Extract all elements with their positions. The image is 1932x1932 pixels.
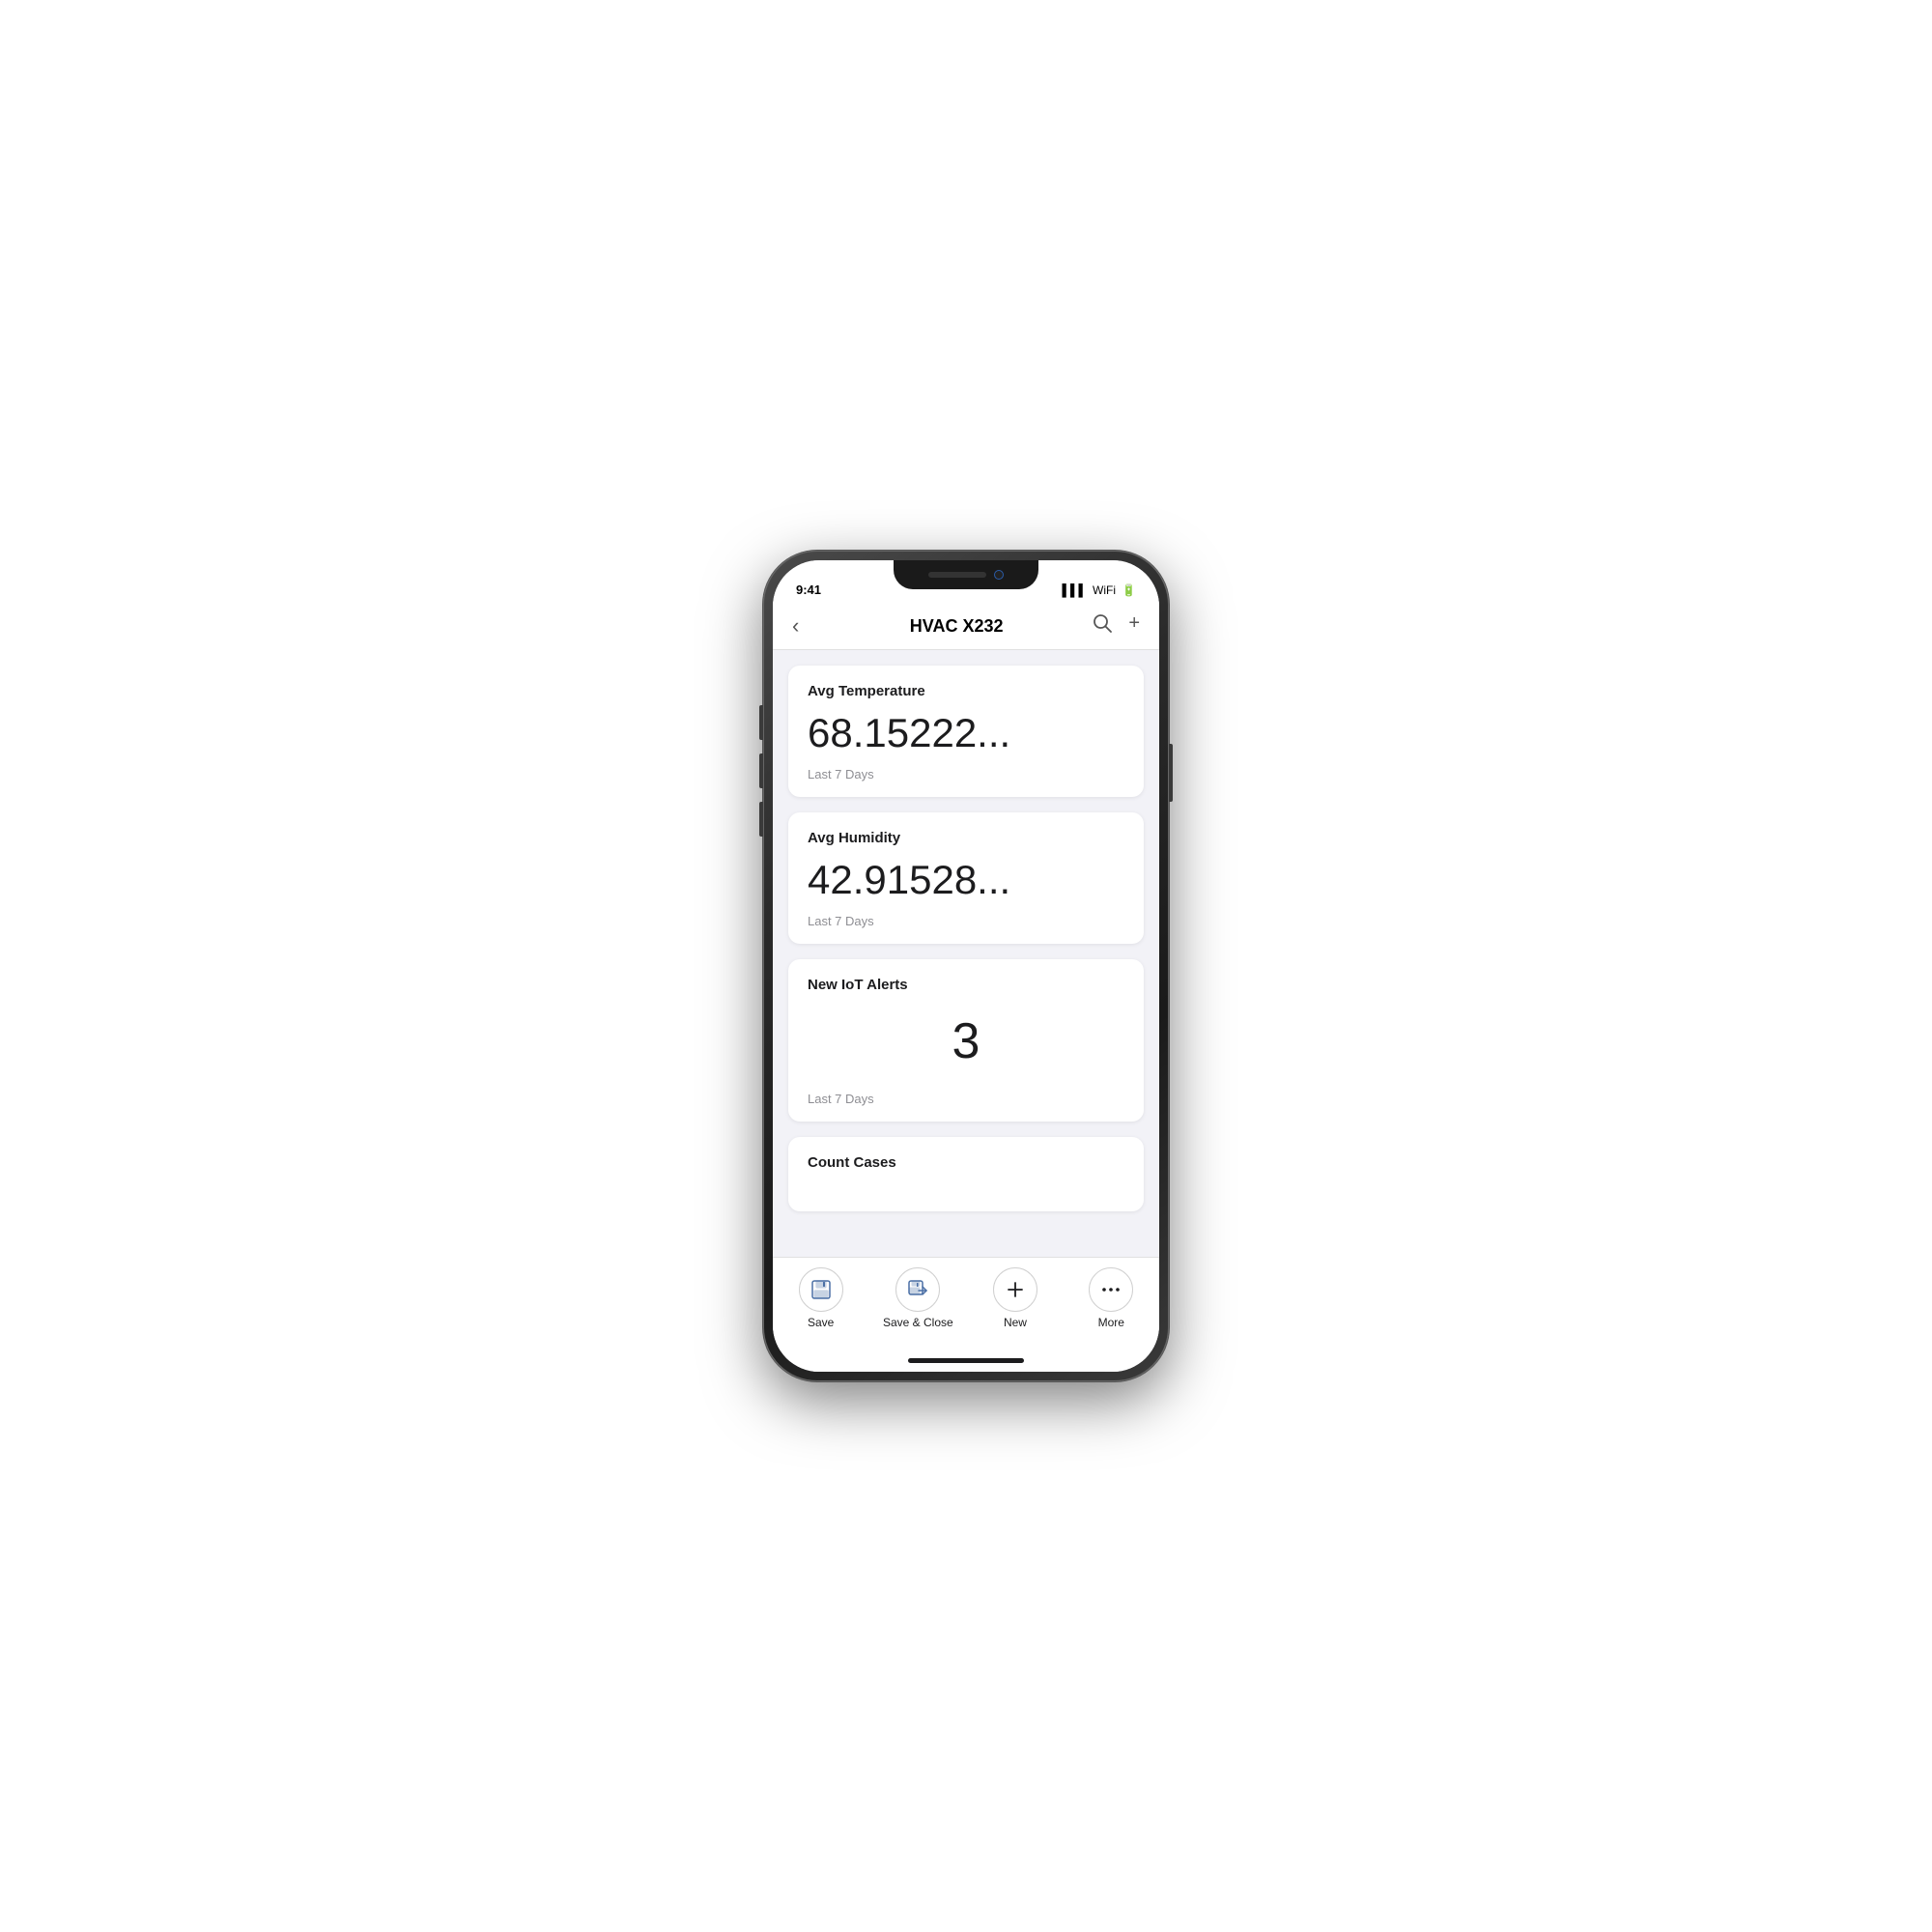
more-toolbar-item[interactable]: More [1077, 1267, 1145, 1329]
signal-icon: ▌▌▌ [1063, 583, 1088, 597]
home-bar [908, 1358, 1024, 1363]
save-icon-circle [799, 1267, 843, 1312]
new-iot-alerts-label: New IoT Alerts [808, 977, 1124, 993]
save-close-icon-circle [895, 1267, 940, 1312]
wifi-icon: WiFi [1093, 583, 1116, 597]
new-icon [1004, 1278, 1027, 1301]
new-iot-alerts-period: Last 7 Days [808, 1092, 1124, 1106]
save-icon [810, 1278, 833, 1301]
battery-icon: 🔋 [1122, 583, 1136, 597]
new-iot-alerts-card[interactable]: New IoT Alerts 3 Last 7 Days [788, 959, 1144, 1121]
new-label: New [1004, 1316, 1027, 1329]
avg-temperature-label: Avg Temperature [808, 683, 1124, 699]
speaker [928, 572, 986, 578]
back-button[interactable]: ‹ [792, 613, 821, 639]
save-close-label: Save & Close [883, 1316, 953, 1329]
notch [894, 560, 1038, 589]
count-cases-label: Count Cases [808, 1154, 1124, 1171]
phone-frame: 9:41 ▌▌▌ WiFi 🔋 ‹ HVAC X232 + [763, 551, 1169, 1381]
avg-temperature-period: Last 7 Days [808, 767, 1124, 781]
content-area: Avg Temperature 68.15222... Last 7 Days … [773, 650, 1159, 1257]
phone-screen: 9:41 ▌▌▌ WiFi 🔋 ‹ HVAC X232 + [773, 560, 1159, 1372]
more-label: More [1098, 1316, 1124, 1329]
search-icon[interactable] [1092, 612, 1113, 639]
avg-temperature-value: 68.15222... [808, 711, 1124, 755]
more-icon-circle [1089, 1267, 1133, 1312]
home-indicator [773, 1349, 1159, 1372]
status-icons: ▌▌▌ WiFi 🔋 [1063, 583, 1136, 597]
status-time: 9:41 [796, 582, 821, 597]
avg-humidity-period: Last 7 Days [808, 914, 1124, 928]
bottom-toolbar: Save Save & Close [773, 1257, 1159, 1349]
page-title: HVAC X232 [910, 616, 1004, 637]
save-label: Save [808, 1316, 834, 1329]
avg-humidity-card[interactable]: Avg Humidity 42.91528... Last 7 Days [788, 812, 1144, 944]
nav-actions: + [1092, 612, 1140, 639]
count-cases-card[interactable]: Count Cases [788, 1137, 1144, 1211]
avg-humidity-value: 42.91528... [808, 858, 1124, 902]
save-toolbar-item[interactable]: Save [787, 1267, 855, 1329]
avg-humidity-label: Avg Humidity [808, 830, 1124, 846]
nav-bar: ‹ HVAC X232 + [773, 603, 1159, 650]
save-close-icon [906, 1278, 929, 1301]
camera [994, 570, 1004, 580]
more-icon [1099, 1278, 1122, 1301]
save-close-toolbar-item[interactable]: Save & Close [883, 1267, 953, 1329]
avg-temperature-card[interactable]: Avg Temperature 68.15222... Last 7 Days [788, 666, 1144, 797]
new-toolbar-item[interactable]: New [981, 1267, 1049, 1329]
new-icon-circle [993, 1267, 1037, 1312]
add-icon[interactable]: + [1128, 612, 1140, 639]
new-iot-alerts-value: 3 [808, 1005, 1124, 1079]
